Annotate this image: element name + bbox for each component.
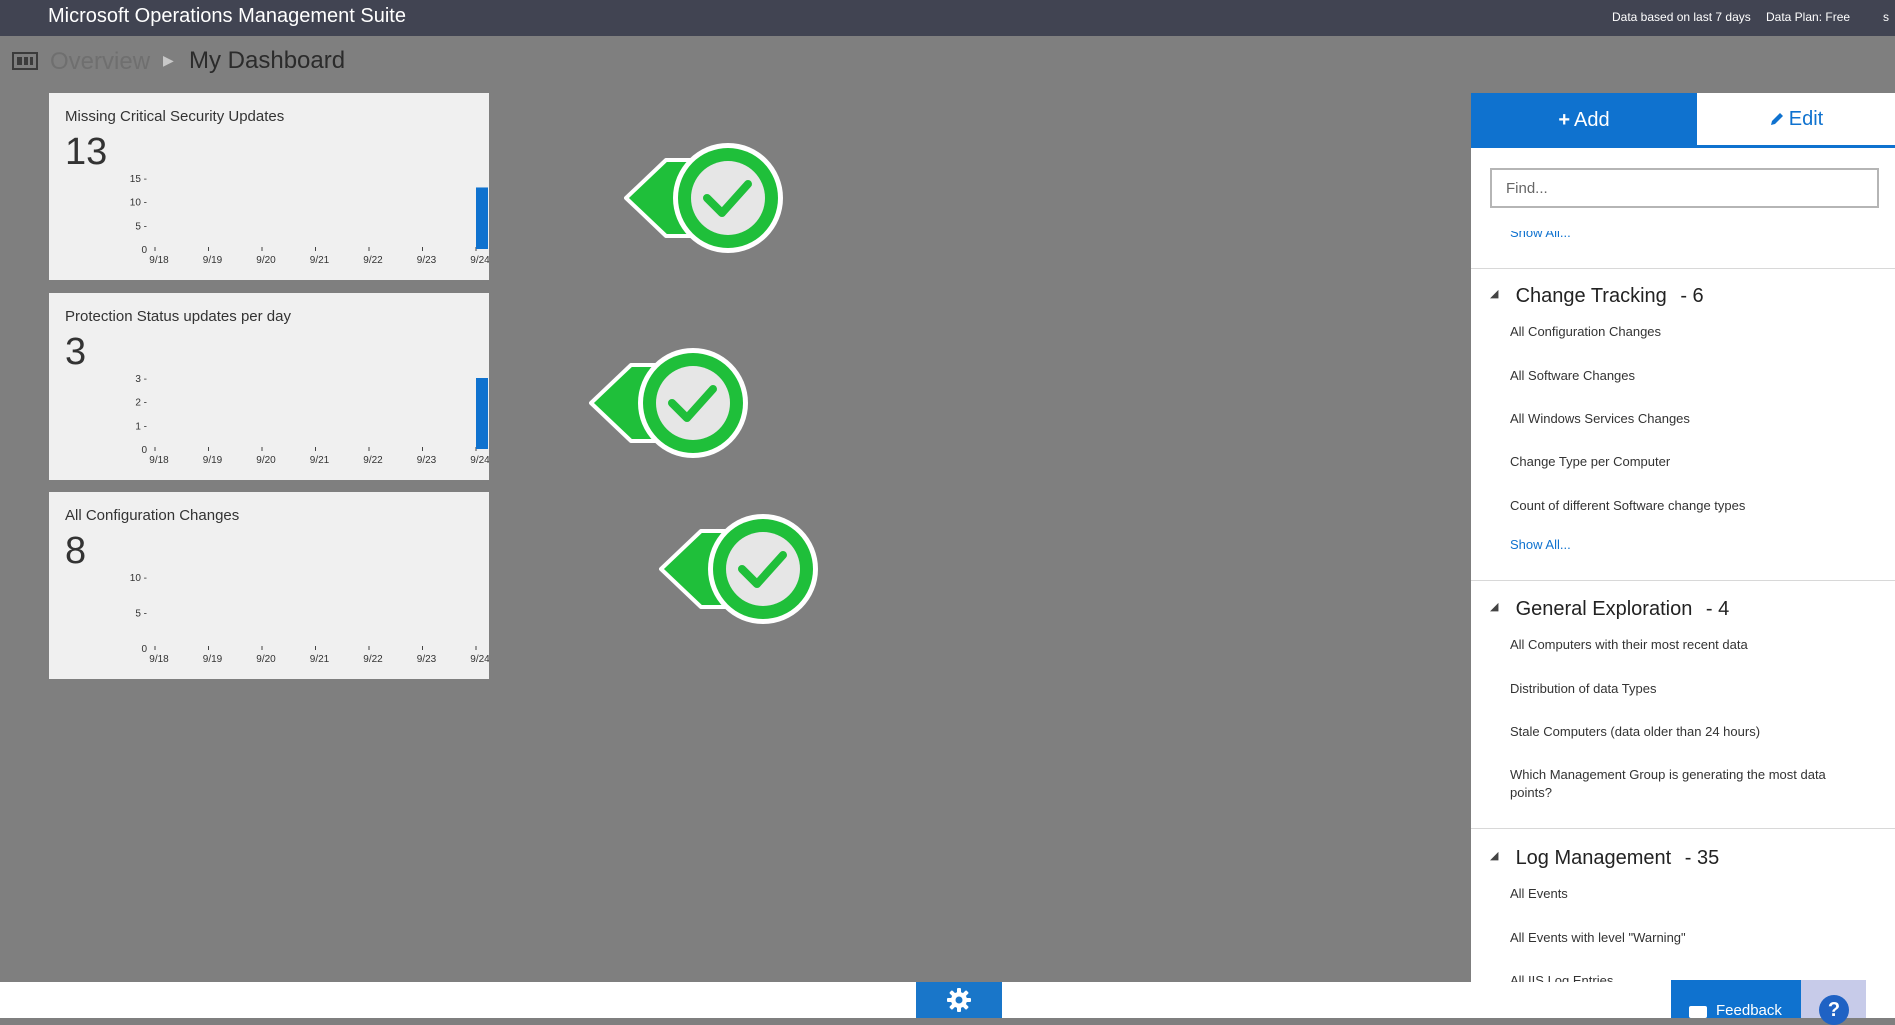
y-tick-label: 1 - [135,421,147,432]
feedback-label: Feedback [1716,1002,1782,1019]
y-tick-label: 5 - [135,609,147,620]
tab-add-label: Add [1574,109,1610,131]
chart-bar[interactable] [476,187,488,249]
user-menu[interactable]: s [1883,10,1889,24]
x-tick-label: 9/23 [417,654,437,665]
section-count: - 4 [1705,598,1730,620]
tab-edit-label: Edit [1788,107,1824,130]
x-tick-label: 9/20 [256,455,276,466]
settings-button[interactable] [916,982,1002,1018]
tile-all-configuration-changes[interactable]: All Configuration Changes 8 10 -5 -0 9/18… [49,492,489,679]
tile-missing-critical-updates[interactable]: Missing Critical Security Updates 13 15 … [49,93,489,280]
chevron-right-icon: ▶ [163,52,174,68]
list-item[interactable]: Distribution of data Types [1510,680,1840,698]
x-tick-label: 9/19 [203,654,223,665]
checkmark-badge-icon [589,348,748,458]
list-item[interactable]: Stale Computers (data older than 24 hour… [1510,723,1840,741]
list-item[interactable]: All Software Changes [1510,367,1840,385]
page-title: My Dashboard [189,47,346,74]
collapse-triangle-icon: ◢ [1490,288,1499,301]
breadcrumb-overview-link[interactable]: Overview [50,48,150,76]
list-item[interactable]: Count of different Software change types [1510,497,1840,515]
x-tick-label: 9/21 [310,654,330,665]
x-tick-label: 9/20 [256,654,276,665]
show-all-link[interactable]: Show All... [1510,537,1571,552]
y-tick-label: 0 [141,644,147,655]
divider [1471,268,1895,269]
list-item[interactable]: Change Type per Computer [1510,453,1840,471]
gear-icon [947,988,971,1012]
section-count: - 35 [1684,847,1720,869]
y-tick-label: 5 - [135,221,147,232]
pencil-icon [1770,113,1783,125]
section-log-management[interactable]: ◢ Log Management - 35 [1490,847,1719,870]
x-tick-label: 9/22 [363,654,383,665]
x-tick-label: 9/22 [363,255,383,266]
checkmark-badge-icon [624,143,783,253]
section-count: - 6 [1680,285,1704,307]
collapse-triangle-icon: ◢ [1490,601,1499,614]
x-tick-label: 9/21 [310,455,330,466]
x-tick-label: 9/20 [256,255,276,266]
x-tick-label: 9/23 [417,255,437,266]
divider [1471,580,1895,581]
section-change-tracking[interactable]: ◢ Change Tracking - 6 [1490,285,1704,308]
y-tick-label: 0 [141,245,147,256]
tile-protection-status[interactable]: Protection Status updates per day 3 3 -2… [49,293,489,480]
section-general-exploration[interactable]: ◢ General Exploration - 4 [1490,598,1729,621]
data-basis-label: Data based on last 7 days [1612,10,1751,24]
section-title: Log Management [1515,847,1672,869]
y-tick-label: 10 - [130,573,147,584]
y-tick-label: 15 - [130,174,147,185]
list-item[interactable]: All Events with level "Warning" [1510,929,1840,947]
x-tick-label: 9/19 [203,255,223,266]
x-tick-label: 9/22 [363,455,383,466]
help-button[interactable]: ? [1801,980,1866,1025]
find-input[interactable] [1490,168,1879,208]
collapse-triangle-icon: ◢ [1490,850,1499,863]
view-designer-panel: + Add Edit Show All... ◢ Change Tracking… [1471,93,1895,982]
tile-chart: 15 - 10 - 5 - 09/18 9/19 9/20 9/21 9/22 9/23 9/24 [130,174,489,266]
y-tick-label: 2 - [135,398,147,409]
x-tick-label: 9/18 [149,255,169,266]
tab-add[interactable]: + Add [1471,93,1697,148]
data-plan-label[interactable]: Data Plan: Free [1766,10,1850,24]
y-tick-label: 0 [141,445,147,456]
tile-chart: 3 - 2 - 1 - 09/18 9/19 9/20 9/21 9/22 9/23 9/24 [135,374,489,466]
list-item[interactable]: Which Management Group is generating the… [1510,766,1840,802]
list-item[interactable]: All Configuration Changes [1510,323,1840,341]
x-tick-label: 9/24 [470,255,489,266]
speech-bubble-icon [1689,1006,1707,1018]
x-tick-label: 9/19 [203,455,223,466]
tile-chart: 10 - 5 - 09/18 9/19 9/20 9/21 9/22 9/23 9/24 [130,573,489,665]
feedback-button[interactable]: Feedback [1671,980,1801,1019]
show-all-link[interactable]: Show All... [1510,231,1571,240]
help-icon: ? [1819,995,1849,1025]
x-tick-label: 9/21 [310,255,330,266]
x-tick-label: 9/24 [470,654,489,665]
x-tick-label: 9/23 [417,455,437,466]
section-title: General Exploration [1515,598,1693,620]
list-item[interactable]: All Windows Services Changes [1510,410,1840,428]
section-title: Change Tracking [1515,285,1667,307]
y-tick-label: 3 - [135,374,147,385]
plus-icon: + [1558,109,1571,131]
x-tick-label: 9/18 [149,654,169,665]
divider [1471,828,1895,829]
top-bar: Microsoft Operations Management Suite Da… [0,0,1895,36]
chart-bar[interactable] [476,378,488,449]
tab-edit[interactable]: Edit [1697,93,1895,148]
x-tick-label: 9/18 [149,455,169,466]
overview-icon[interactable] [12,52,38,70]
y-tick-label: 10 - [130,198,147,209]
x-tick-label: 9/24 [470,455,489,466]
list-item[interactable]: All Computers with their most recent dat… [1510,636,1840,654]
app-title[interactable]: Microsoft Operations Management Suite [48,5,406,28]
list-item[interactable]: All Events [1510,885,1840,903]
checkmark-badge-icon [659,514,818,624]
